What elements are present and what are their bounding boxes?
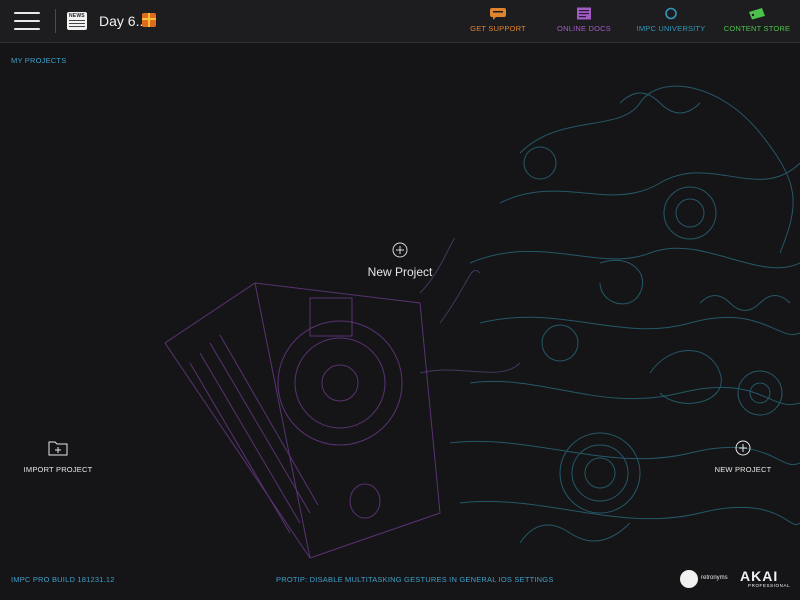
protip-text: PROTIP: DISABLE MULTITASKING GESTURES IN…	[276, 575, 554, 584]
document-icon	[577, 7, 591, 20]
hamburger-menu-icon[interactable]	[14, 12, 40, 30]
import-project-button[interactable]: IMPORT PROJECT	[22, 439, 94, 474]
background-artwork	[164, 85, 800, 559]
content-store-label: CONTENT STORE	[723, 24, 791, 33]
content-store-link[interactable]: CONTENT STORE	[722, 7, 792, 37]
retronyms-logo-text: retronyms	[701, 575, 728, 581]
gift-icon[interactable]	[142, 13, 156, 27]
retronyms-logo: retronyms	[680, 570, 732, 588]
header-divider	[55, 9, 56, 33]
breadcrumb[interactable]: MY PROJECTS	[11, 56, 66, 65]
online-docs-label: ONLINE DOCS	[557, 24, 611, 33]
day-label[interactable]: Day 6...	[99, 13, 147, 29]
center-new-project-label: New Project	[367, 265, 433, 279]
top-bar: NEWS Day 6... GET SUPPORT ONLINE DOCS IM…	[0, 0, 800, 43]
impc-university-link[interactable]: IMPC UNIVERSITY	[632, 7, 710, 37]
folder-plus-icon	[48, 441, 68, 456]
akai-logo-text: AKAI	[740, 568, 779, 584]
get-support-link[interactable]: GET SUPPORT	[466, 7, 530, 37]
build-version-text: IMPC PRO BUILD 181231.12	[11, 575, 115, 584]
project-browser-screen: NEWS Day 6... GET SUPPORT ONLINE DOCS IM…	[0, 0, 800, 600]
ticket-icon	[749, 8, 765, 20]
news-icon[interactable]: NEWS	[67, 12, 87, 30]
retronyms-mark-icon	[680, 570, 698, 588]
impc-university-label: IMPC UNIVERSITY	[636, 24, 706, 33]
news-badge-text: NEWS	[69, 13, 85, 19]
akai-logo-subtext: PROFESSIONAL	[748, 583, 791, 588]
online-docs-link[interactable]: ONLINE DOCS	[552, 7, 616, 37]
get-support-label: GET SUPPORT	[470, 24, 526, 33]
plus-circle-icon	[735, 440, 751, 456]
center-new-project-button[interactable]: New Project	[362, 242, 438, 279]
plus-circle-icon	[392, 242, 408, 258]
import-project-label: IMPORT PROJECT	[23, 465, 93, 474]
new-project-label: NEW PROJECT	[714, 465, 772, 474]
akai-logo: AKAI PROFESSIONAL	[740, 569, 790, 588]
ring-icon	[665, 7, 677, 20]
new-project-button[interactable]: NEW PROJECT	[712, 440, 774, 474]
chat-bubble-icon	[490, 8, 506, 20]
